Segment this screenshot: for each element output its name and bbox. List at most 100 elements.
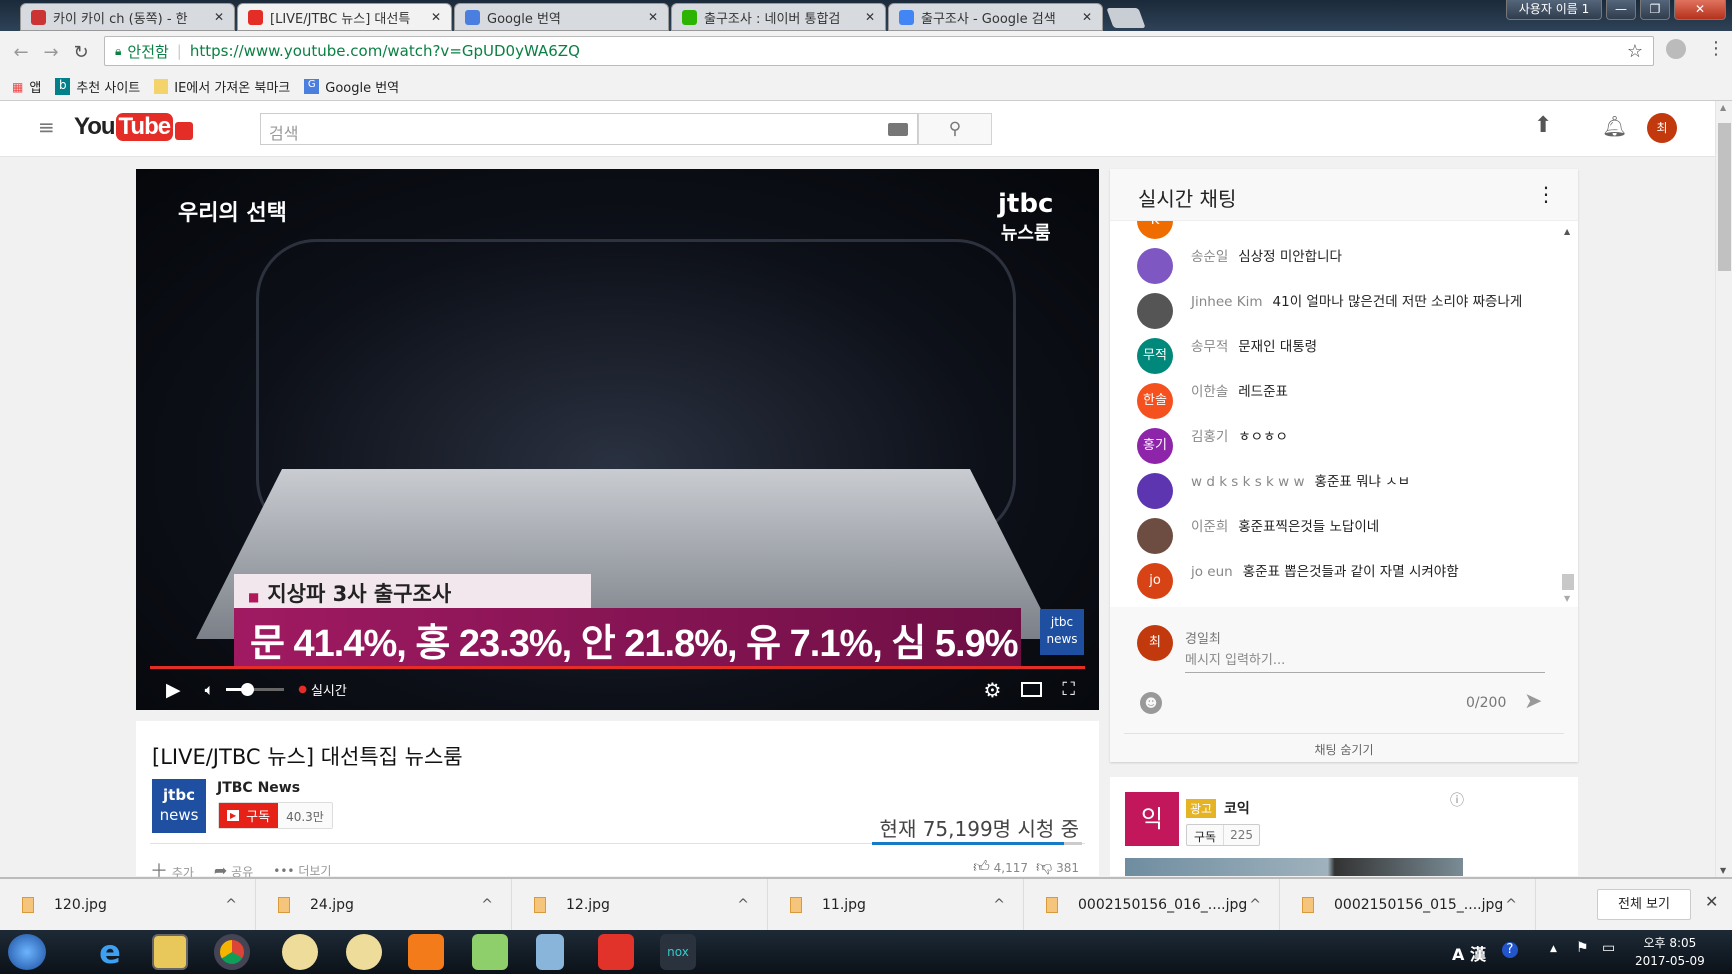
close-tab-icon[interactable]: ✕ (865, 10, 875, 24)
bookmark-apps[interactable]: ▦앱 (12, 77, 41, 96)
clock[interactable]: 오후 8:052017-05-09 (1635, 934, 1705, 970)
chat-message-list[interactable]: KKyeong_Kwan Lim홍준표 20프로 개망하네ㅋㅋ송순일심상정 미안… (1110, 221, 1578, 607)
video-player[interactable]: 우리의 선택 jtbc 뉴스룸 ■지상파 3사 출구조사 문 41.4%, 홍 … (136, 169, 1099, 710)
dislike-button[interactable]: 👎︎ 381 (1036, 857, 1079, 877)
gomtv-icon[interactable] (408, 934, 444, 970)
play-icon[interactable]: ▶ (166, 679, 181, 701)
back-icon[interactable]: ← (6, 42, 36, 63)
close-tab-icon[interactable]: ✕ (431, 10, 441, 24)
messenger2-icon[interactable] (346, 934, 382, 970)
subscribe-button[interactable]: ▶구독 40.3만 (218, 802, 333, 829)
keyboard-icon[interactable] (888, 123, 908, 136)
chat-author[interactable]: 김홍기 (1191, 429, 1228, 445)
chevron-up-icon[interactable]: ^ (1505, 897, 1517, 913)
chat-scrollbar[interactable]: ▲ ▼ (1562, 227, 1574, 603)
minimize-button[interactable]: — (1606, 0, 1636, 20)
url-text[interactable]: https://www.youtube.com/watch?v=GpUD0yWA… (190, 42, 580, 60)
hamburger-menu-icon[interactable]: ≡ (38, 115, 55, 139)
browser-tab[interactable]: [LIVE/JTBC 뉴스] 대선특✕ (237, 3, 452, 31)
close-tab-icon[interactable]: ✕ (214, 10, 224, 24)
reload-icon[interactable]: ↻ (66, 42, 96, 63)
start-button[interactable] (8, 934, 46, 970)
notifications-bell-icon[interactable]: 🔔︎ (1602, 114, 1627, 138)
channel-name[interactable]: JTBC News (217, 780, 300, 796)
forward-icon[interactable]: → (36, 42, 66, 63)
volume-slider[interactable] (226, 688, 284, 691)
search-button[interactable]: ⚲ (918, 113, 992, 145)
chevron-up-icon[interactable]: ^ (993, 897, 1005, 913)
profile-button[interactable]: 사용자 이름 1 (1506, 0, 1602, 20)
download-item[interactable]: 24.jpg^ (256, 879, 512, 930)
live-label[interactable]: 실시간 (311, 680, 347, 699)
calculator-icon[interactable] (536, 934, 564, 970)
like-button[interactable]: 👍︎ 4,117 (973, 857, 1028, 877)
bookmark-star-icon[interactable]: ☆ (1627, 41, 1643, 62)
hide-chat-button[interactable]: 채팅 숨기기 (1110, 741, 1578, 758)
bookmark-ie-folder[interactable]: IE에서 가져온 북마크 (154, 77, 290, 96)
upload-icon[interactable]: ⬆ (1534, 113, 1552, 138)
chevron-up-icon[interactable]: ^ (1249, 897, 1261, 913)
emoji-icon[interactable]: ☻ (1140, 692, 1162, 714)
channel-logo[interactable]: jtbcnews (152, 779, 206, 833)
file-explorer-icon[interactable] (152, 934, 188, 970)
chrome-icon[interactable] (214, 934, 250, 970)
messenger-icon[interactable] (282, 934, 318, 970)
chat-author[interactable]: Jinhee Kim (1191, 294, 1263, 310)
close-downloads-icon[interactable]: ✕ (1705, 892, 1718, 911)
address-bar[interactable]: 🔒︎ 안전함 | https://www.youtube.com/watch?v… (104, 36, 1654, 66)
browser-tab[interactable]: 출구조사 : 네이버 통합검✕ (671, 3, 886, 31)
close-window-button[interactable]: ✕ (1674, 0, 1726, 20)
chat-message-input[interactable]: 메시지 입력하기... (1185, 649, 1545, 673)
menu-icon[interactable]: ⋮ (1707, 38, 1725, 59)
chat-author[interactable]: w d k s k s k w w (1191, 474, 1305, 490)
network-icon[interactable]: ▭ (1602, 940, 1615, 956)
flag-icon[interactable]: ⚑ (1576, 940, 1589, 956)
browser-tab[interactable]: 출구조사 - Google 검색✕ (888, 3, 1103, 31)
chat-author[interactable]: 송무적 (1191, 339, 1228, 355)
download-item[interactable]: 11.jpg^ (768, 879, 1024, 930)
internet-explorer-icon[interactable]: e (92, 934, 128, 970)
show-all-downloads-button[interactable]: 전체 보기 (1597, 889, 1691, 920)
info-icon[interactable]: ⓘ (1450, 790, 1464, 810)
download-item[interactable]: 120.jpg^ (0, 879, 256, 930)
page-scrollbar[interactable]: ▲ ▼ (1715, 101, 1732, 877)
chat-author[interactable]: jo eun (1191, 564, 1233, 580)
search-input[interactable]: 검색 (260, 113, 918, 145)
help-icon[interactable]: ? (1502, 942, 1518, 958)
fullscreen-icon[interactable]: ⛶ (1062, 679, 1075, 700)
browser-tab[interactable]: 카이 카이 ch (동쪽) - 한✕ (20, 3, 235, 31)
theater-mode-icon[interactable] (1021, 682, 1042, 697)
download-item[interactable]: 0002150156_015_....jpg^ (1280, 879, 1536, 930)
new-tab-button[interactable] (1106, 8, 1145, 28)
download-item[interactable]: 12.jpg^ (512, 879, 768, 930)
chevron-up-icon[interactable]: ^ (481, 897, 493, 913)
chevron-up-icon[interactable]: ^ (225, 897, 237, 913)
app-paw-icon[interactable] (598, 934, 634, 970)
chat-author[interactable]: 이준희 (1191, 519, 1228, 535)
chat-author[interactable]: 이한솔 (1191, 384, 1228, 400)
chat-author[interactable]: 송순일 (1191, 249, 1228, 265)
extension-globe-icon[interactable] (1666, 39, 1686, 59)
more-button[interactable]: ••• 더보기 (273, 862, 331, 879)
chat-menu-icon[interactable]: ⋮ (1536, 182, 1556, 206)
ad-channel-logo[interactable]: 익 (1125, 792, 1179, 846)
account-avatar[interactable]: 최 (1647, 113, 1677, 143)
close-tab-icon[interactable]: ✕ (648, 10, 658, 24)
browser-tab[interactable]: Google 번역✕ (454, 3, 669, 31)
youtube-logo[interactable]: YouTube (74, 113, 193, 141)
ad-subscribe-button[interactable]: 구독 225 (1186, 824, 1260, 846)
settings-gear-icon[interactable]: ⚙ (983, 678, 1001, 702)
close-tab-icon[interactable]: ✕ (1082, 10, 1092, 24)
nox-icon[interactable]: nox (660, 934, 696, 970)
map-app-icon[interactable] (472, 934, 508, 970)
ad-channel-name[interactable]: 코익 (1224, 798, 1250, 818)
volume-icon[interactable]: 🔈︎ (205, 680, 215, 700)
tray-expand-icon[interactable]: ▲ (1550, 944, 1557, 954)
chevron-up-icon[interactable]: ^ (737, 897, 749, 913)
bookmark-google-translate[interactable]: GGoogle 번역 (304, 77, 399, 96)
ad-thumbnail[interactable] (1125, 858, 1463, 876)
restore-button[interactable]: ❐ (1640, 0, 1670, 20)
ime-indicator[interactable]: A 漢 (1452, 941, 1486, 965)
bookmark-recommended[interactable]: b추천 사이트 (55, 77, 140, 96)
download-item[interactable]: 0002150156_016_....jpg^ (1024, 879, 1280, 930)
